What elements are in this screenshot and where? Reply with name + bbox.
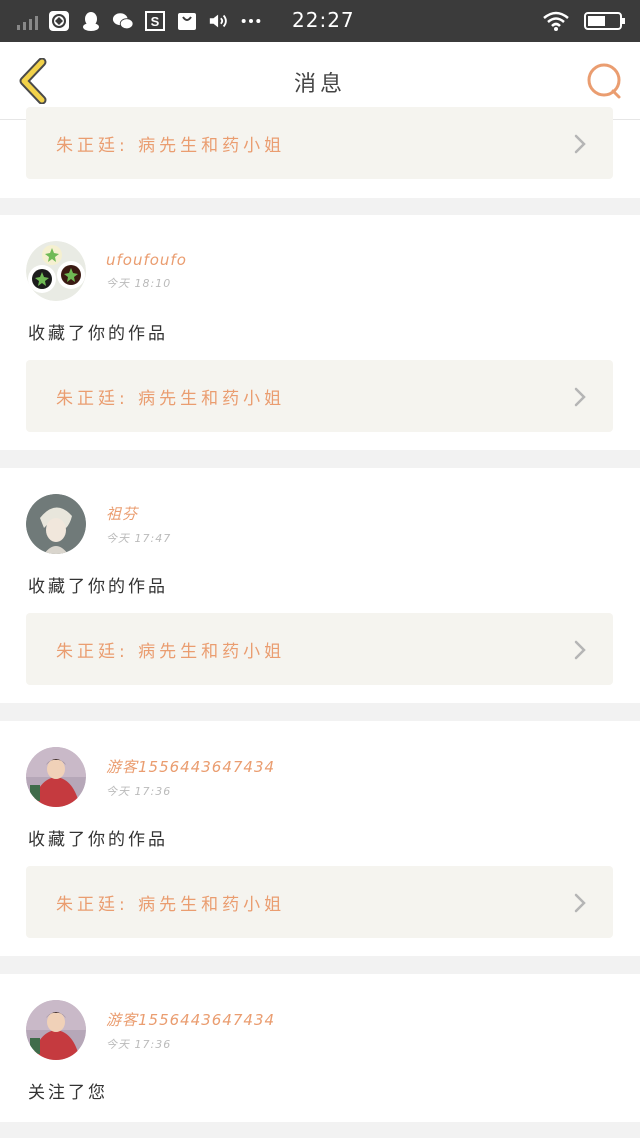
timestamp: 今天 18:10: [106, 277, 172, 290]
message-card: 游客1556443647434 今天 17:36 关注了您: [0, 974, 640, 1122]
username[interactable]: 游客1556443647434: [106, 756, 275, 777]
timestamp: 今天 17:36: [106, 1037, 172, 1051]
wifi-icon: [543, 11, 569, 31]
user-row: ufoufoufo 今天 18:10: [26, 241, 187, 301]
page-title: 消息: [293, 72, 346, 97]
volume-icon: [209, 14, 227, 28]
avatar[interactable]: [26, 1000, 86, 1060]
status-bar: S 22:27: [0, 0, 640, 42]
username[interactable]: 祖芬: [106, 503, 171, 524]
browser-icon: [49, 11, 69, 31]
action-text: 收藏了你的作品: [28, 324, 168, 344]
action-text: 收藏了你的作品: [28, 830, 168, 850]
user-row: 祖芬 今天 17:47: [26, 494, 171, 554]
work-link-card[interactable]: 朱正廷: 病先生和药小姐: [26, 866, 613, 938]
user-row: 游客1556443647434 今天 17:36: [26, 747, 275, 807]
timestamp: 今天 17:36: [106, 784, 172, 798]
qq-icon: [83, 12, 99, 31]
work-link-card[interactable]: 朱正廷: 病先生和药小姐: [26, 107, 613, 179]
signal-bars-icon: [17, 16, 38, 30]
s-app-icon: S: [145, 11, 165, 31]
chevron-right-icon: [574, 893, 586, 913]
avatar[interactable]: [26, 747, 86, 807]
action-text: 收藏了你的作品: [28, 577, 168, 597]
shopping-bag-icon: [178, 13, 196, 30]
chevron-right-icon: [574, 387, 586, 407]
work-title: 朱正廷: 病先生和药小姐: [56, 136, 286, 156]
status-time: 22:27: [292, 8, 355, 32]
battery-icon: [584, 12, 625, 30]
work-title: 朱正廷: 病先生和药小姐: [56, 642, 286, 662]
avatar[interactable]: [26, 494, 86, 554]
message-card: ufoufoufo 今天 18:10 收藏了你的作品 朱正廷: 病先生和药小姐: [0, 215, 640, 450]
username[interactable]: 游客1556443647434: [106, 1009, 275, 1030]
svg-text:S: S: [151, 14, 160, 29]
user-row: 游客1556443647434 今天 17:36: [26, 1000, 275, 1060]
message-card: 朱正廷: 病先生和药小姐: [0, 107, 640, 198]
message-card: 游客1556443647434 今天 17:36 收藏了你的作品 朱正廷: 病先…: [0, 721, 640, 956]
work-link-card[interactable]: 朱正廷: 病先生和药小姐: [26, 613, 613, 685]
search-icon[interactable]: [586, 62, 624, 100]
work-title: 朱正廷: 病先生和药小姐: [56, 389, 286, 409]
chevron-right-icon: [574, 640, 586, 660]
avatar[interactable]: [26, 241, 86, 301]
timestamp: 今天 17:47: [106, 531, 172, 545]
action-text: 关注了您: [28, 1083, 108, 1103]
work-link-card[interactable]: 朱正廷: 病先生和药小姐: [26, 360, 613, 432]
chevron-right-icon: [574, 134, 586, 154]
wechat-icon: [112, 13, 134, 30]
work-title: 朱正廷: 病先生和药小姐: [56, 895, 286, 915]
username[interactable]: ufoufoufo: [106, 251, 187, 269]
message-card: 祖芬 今天 17:47 收藏了你的作品 朱正廷: 病先生和药小姐: [0, 468, 640, 703]
more-dots-icon: [241, 18, 261, 24]
